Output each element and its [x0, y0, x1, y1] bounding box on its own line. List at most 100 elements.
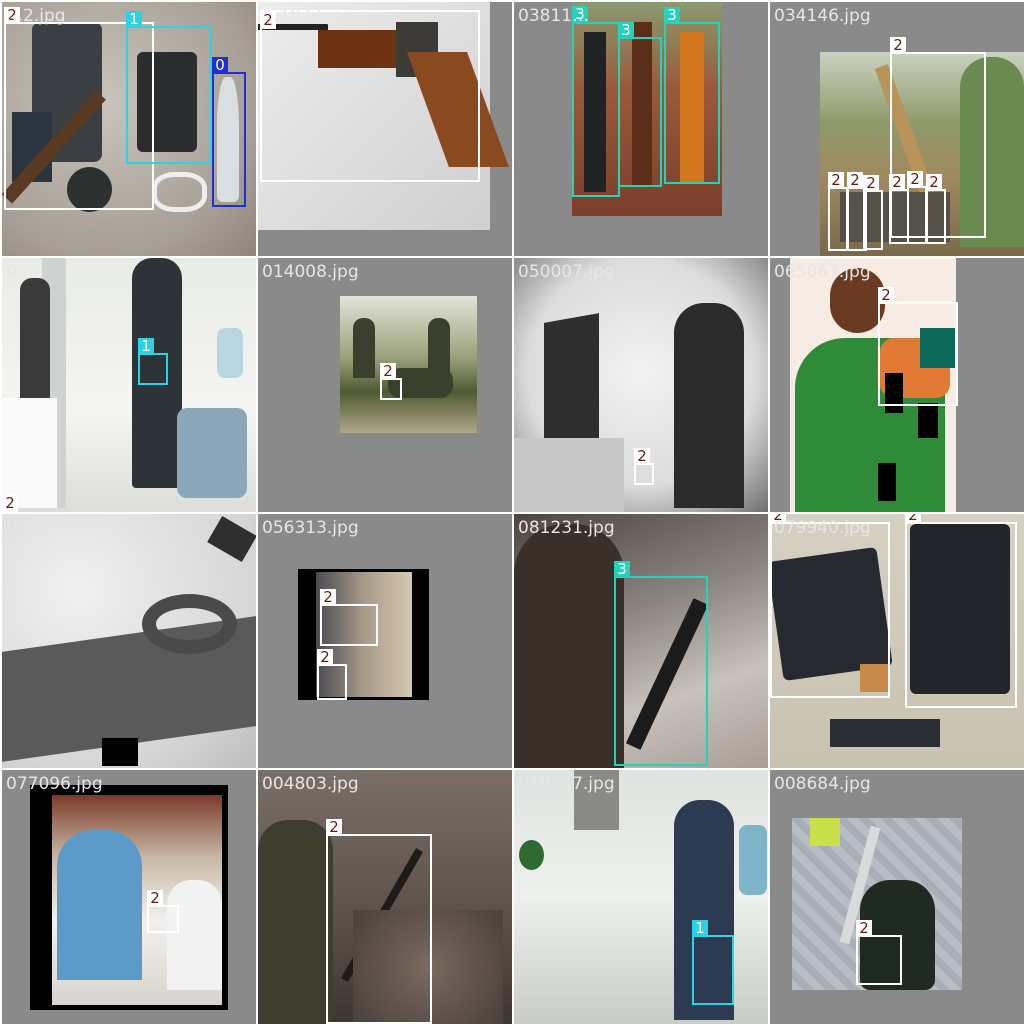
person-left-shape: [20, 278, 50, 398]
bbox-label: 3: [618, 22, 634, 39]
person-shape: [514, 524, 624, 768]
bbox-label: 2: [320, 589, 336, 606]
bbox-label: 3: [614, 561, 630, 578]
bbox-class-1: 1: [126, 11, 212, 164]
mosaic-tile: …2.jpg 2 1 0: [2, 2, 256, 256]
mosaic-tile: 014008.jpg 2: [258, 258, 512, 512]
bbox-label: 2: [926, 174, 942, 191]
plant-shape: [519, 840, 544, 870]
mosaic-grid: …2.jpg 2 1 0 …1077.jpg 2 03811… 3 3 3 03…: [0, 0, 1024, 1024]
bbox-label: 2: [856, 920, 872, 937]
bbox-label: 2: [147, 890, 163, 907]
tile-filename: …2.jpg: [6, 6, 66, 26]
bbox-class-2: 2: [634, 448, 654, 485]
bbox-class-1: 1: [138, 338, 168, 385]
bbox-class-3: 3: [572, 6, 620, 197]
bbox-class-3: 3: [664, 7, 720, 184]
bbox-class-2: 2: [905, 514, 1017, 708]
trigger-guard-shape: [142, 594, 237, 654]
tile-filename: …1077.jpg: [262, 6, 354, 26]
water-jug-shape: [739, 825, 767, 895]
mosaic-tile: 0… 1 2: [2, 258, 256, 512]
tile-filename: 050007.jpg: [518, 262, 615, 282]
mosaic-tile: 065067.jpg 2: [770, 258, 1024, 512]
bbox-class-0: 0: [212, 57, 246, 207]
bbox-class-2: 2: [320, 589, 378, 646]
mosaic-tile: 077096.jpg 2: [2, 770, 256, 1024]
bbox-class-2: 2: [770, 514, 890, 698]
bbox-class-2: 2: [863, 175, 883, 250]
bbox-class-3: 3: [618, 22, 662, 187]
redaction-block: [918, 403, 938, 438]
bbox-label: 2: [889, 174, 905, 191]
bbox-class-1: 1: [692, 920, 734, 1005]
bbox-class-2: 2: [856, 920, 902, 985]
mosaic-tile: 024…: [2, 514, 256, 768]
redaction-block: [102, 738, 138, 766]
tile-filename: 004803.jpg: [262, 774, 359, 794]
bbox-label: 1: [138, 338, 154, 355]
bbox-class-2: 2: [317, 649, 347, 700]
bbox-class-2: 2: [828, 172, 848, 251]
tile-filename: 0…: [6, 262, 34, 282]
bbox-label: 2: [905, 514, 921, 524]
bbox-label: 2: [2, 495, 18, 512]
tile-filename: 014008.jpg: [262, 262, 359, 282]
water-jug-shape: [217, 328, 243, 378]
mosaic-tile: 056313.jpg 2 2: [258, 514, 512, 768]
bbox-class-2: 2: [326, 819, 432, 1024]
bbox-label: 2: [380, 363, 396, 380]
bbox-class-2: 2: [926, 174, 946, 244]
tile-filename: 034146.jpg: [774, 6, 871, 26]
tile-filename: 03811…: [518, 6, 590, 26]
sign-shape: [2, 398, 57, 508]
redaction-block: [878, 463, 896, 501]
mosaic-tile: 034146.jpg 2 2 2 2 2 2 2: [770, 2, 1024, 256]
clerk-shape: [167, 880, 222, 990]
bbox-label: 2: [317, 649, 333, 666]
bbox-class-2: 2: [147, 890, 179, 933]
bbox-class-3: 3: [614, 561, 708, 766]
bbox-label: 1: [126, 11, 142, 28]
bbox-label: 2: [326, 819, 342, 836]
mosaic-tile: 010647.jpg 1: [514, 770, 768, 1024]
mosaic-tile: …1077.jpg 2: [258, 2, 512, 256]
handcuffs-shape: [152, 172, 207, 212]
tile-filename: 024…: [6, 518, 56, 538]
person-shape: [674, 303, 744, 508]
mosaic-tile: 081231.jpg 3: [514, 514, 768, 768]
bbox-class-2: 2: [907, 171, 927, 244]
mosaic-tile: 079940.jpg 2 2: [770, 514, 1024, 768]
soldier-shape: [353, 318, 375, 378]
bbox-class-2: 2: [889, 174, 909, 244]
tile-filename: 079940.jpg: [774, 518, 871, 538]
desk-shape: [514, 438, 624, 512]
water-jugs-shape: [177, 408, 247, 498]
bbox-class-2: 2: [2, 495, 18, 512]
bbox-label: 2: [847, 172, 863, 189]
bbox-label: 3: [664, 7, 680, 24]
tile-filename: 077096.jpg: [6, 774, 103, 794]
tile-filename: 056313.jpg: [262, 518, 359, 538]
bag-shape: [810, 818, 840, 846]
bbox-label: 2: [890, 37, 906, 54]
magazine-shape: [830, 719, 940, 747]
hunter-shape: [258, 820, 333, 1024]
hoodie-person-shape: [57, 830, 142, 980]
bbox-label: 0: [212, 57, 228, 74]
tile-filename: 081231.jpg: [518, 518, 615, 538]
bbox-label: 2: [634, 448, 650, 465]
bbox-label: 2: [878, 287, 894, 304]
tile-filename: 065067.jpg: [774, 262, 871, 282]
bbox-class-2: 2: [380, 363, 402, 400]
tile-filename: 008684.jpg: [774, 774, 871, 794]
mosaic-tile: 008684.jpg 2: [770, 770, 1024, 1024]
bbox-class-2: 2: [260, 10, 480, 182]
bbox-label: 1: [692, 920, 708, 937]
tile-filename: 010647.jpg: [518, 774, 615, 794]
mosaic-tile: 004803.jpg 2: [258, 770, 512, 1024]
mosaic-tile: 050007.jpg 2: [514, 258, 768, 512]
bbox-class-2: 2: [878, 287, 958, 406]
bbox-label: 2: [828, 172, 844, 189]
mosaic-tile: 03811… 3 3 3: [514, 2, 768, 256]
